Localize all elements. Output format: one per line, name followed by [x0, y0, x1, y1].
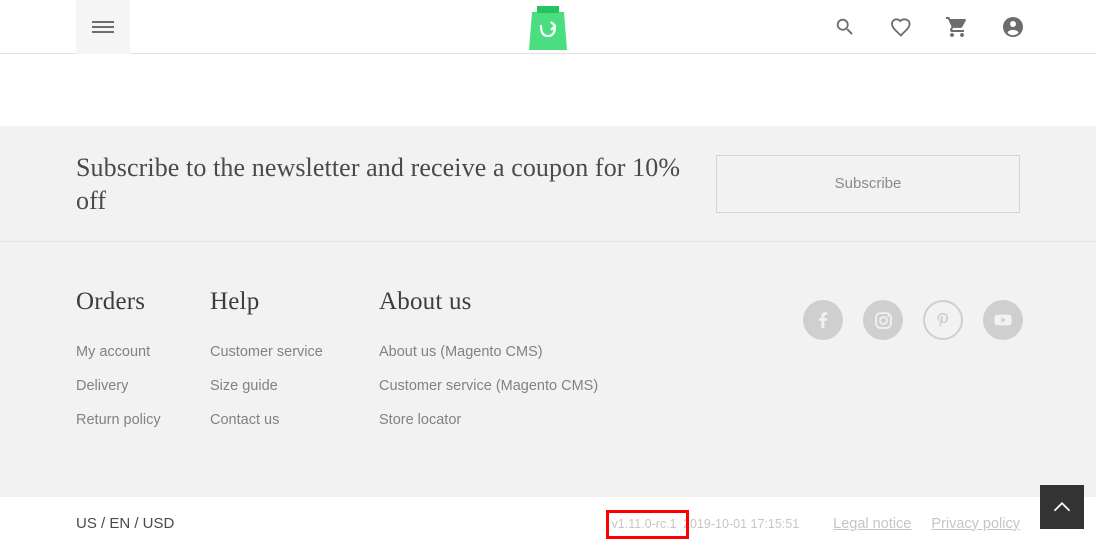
- site-header: [0, 0, 1096, 54]
- chevron-up-icon: [1053, 501, 1071, 512]
- app-version: v1.11.0-rc.1: [611, 516, 677, 531]
- shopping-bag-logo[interactable]: [526, 4, 570, 50]
- legal-notice-link[interactable]: Legal notice: [833, 516, 911, 532]
- footer-link-list: Customer service Size guide Contact us: [210, 343, 379, 429]
- youtube-icon[interactable]: [983, 300, 1023, 340]
- footer-column-about-us: About us About us (Magento CMS) Customer…: [379, 288, 659, 445]
- footer-link-size-guide[interactable]: Size guide: [210, 378, 278, 394]
- hamburger-menu-button[interactable]: [76, 0, 130, 54]
- shopping-cart-icon[interactable]: [944, 14, 970, 40]
- footer-link-customer-service[interactable]: Customer service: [210, 344, 323, 360]
- list-item[interactable]: My account: [76, 343, 210, 361]
- footer-link-about-us-cms[interactable]: About us (Magento CMS): [379, 344, 543, 360]
- footer-link-my-account[interactable]: My account: [76, 344, 150, 360]
- header-actions: [832, 0, 1026, 54]
- footer-column-title: Help: [210, 288, 260, 315]
- version-info: v1.11.0-rc.1 2019-10-01 17:15:51: [605, 509, 806, 539]
- footer-link-store-locator[interactable]: Store locator: [379, 412, 461, 428]
- instagram-icon[interactable]: [863, 300, 903, 340]
- footer-link-list: My account Delivery Return policy: [76, 343, 210, 429]
- search-icon[interactable]: [832, 14, 858, 40]
- facebook-icon[interactable]: [803, 300, 843, 340]
- list-item[interactable]: Store locator: [379, 411, 659, 429]
- subscribe-button[interactable]: Subscribe: [716, 154, 1020, 213]
- footer-column-title: About us: [379, 288, 472, 315]
- list-item[interactable]: About us (Magento CMS): [379, 343, 659, 361]
- list-item[interactable]: Contact us: [210, 411, 379, 429]
- bottom-bar: US / EN / USD v1.11.0-rc.1 2019-10-01 17…: [0, 485, 1096, 550]
- newsletter-heading: Subscribe to the newsletter and receive …: [76, 152, 681, 215]
- list-item[interactable]: Return policy: [76, 411, 210, 429]
- legal-links: Legal notice Privacy policy: [833, 516, 1020, 532]
- locale-selector[interactable]: US / EN / USD: [76, 515, 174, 532]
- scroll-to-top-button[interactable]: [1040, 485, 1084, 529]
- hamburger-menu-icon: [92, 18, 114, 36]
- wishlist-heart-icon[interactable]: [888, 14, 914, 40]
- list-item[interactable]: Delivery: [76, 377, 210, 395]
- newsletter-section: Subscribe to the newsletter and receive …: [0, 126, 1096, 242]
- footer-link-return-policy[interactable]: Return policy: [76, 412, 161, 428]
- page-content-spacer: [0, 54, 1096, 126]
- list-item[interactable]: Customer service (Magento CMS): [379, 377, 659, 395]
- site-footer: Orders My account Delivery Return policy…: [0, 242, 1096, 497]
- footer-column-title: Orders: [76, 288, 146, 315]
- account-icon[interactable]: [1000, 14, 1026, 40]
- footer-link-list: About us (Magento CMS) Customer service …: [379, 343, 659, 429]
- social-links: [803, 300, 1023, 340]
- list-item[interactable]: Size guide: [210, 377, 379, 395]
- build-timestamp: 2019-10-01 17:15:51: [683, 516, 800, 531]
- list-item[interactable]: Customer service: [210, 343, 379, 361]
- footer-link-delivery[interactable]: Delivery: [76, 378, 128, 394]
- footer-link-contact-us[interactable]: Contact us: [210, 412, 279, 428]
- privacy-policy-link[interactable]: Privacy policy: [931, 516, 1020, 532]
- bottom-bar-right: v1.11.0-rc.1 2019-10-01 17:15:51 Legal n…: [605, 509, 1020, 539]
- footer-link-customer-service-cms[interactable]: Customer service (Magento CMS): [379, 378, 598, 394]
- footer-column-help: Help Customer service Size guide Contact…: [210, 288, 379, 445]
- pinterest-icon[interactable]: [923, 300, 963, 340]
- footer-column-orders: Orders My account Delivery Return policy: [76, 288, 210, 445]
